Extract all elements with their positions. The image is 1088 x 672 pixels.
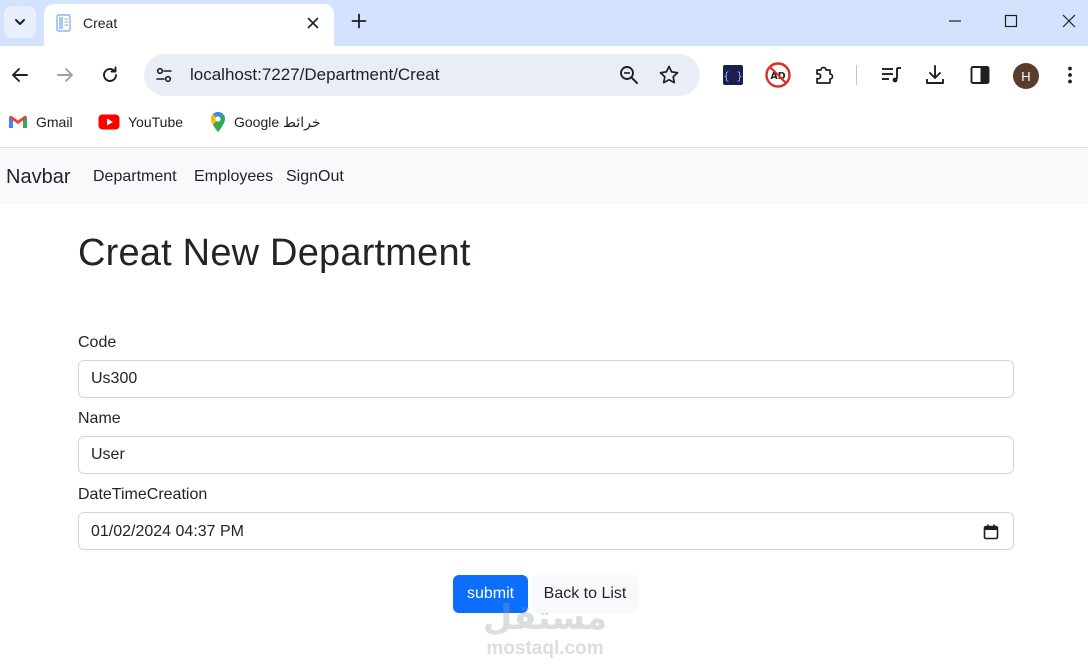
browser-tab-active[interactable]: Creat	[44, 4, 334, 46]
side-panel-button[interactable]	[967, 62, 993, 88]
maximize-icon	[1004, 14, 1018, 28]
bookmark-gmail[interactable]: Gmail	[8, 110, 73, 134]
puzzle-icon	[816, 66, 834, 84]
bookmark-star-icon[interactable]	[658, 64, 680, 86]
forward-button[interactable]	[52, 62, 78, 88]
browser-menu-button[interactable]	[1057, 62, 1083, 88]
site-navbar: Navbar Department Employees SignOut	[0, 148, 1088, 204]
extensions-button[interactable]	[811, 62, 837, 88]
extension-json-button[interactable]: { }	[720, 62, 746, 88]
document-icon	[56, 14, 71, 32]
svg-text:{ }: { }	[723, 70, 743, 83]
calendar-icon[interactable]	[983, 524, 999, 540]
watermark-logo: مستقل mostaql.com	[478, 598, 612, 668]
queue-music-icon	[882, 67, 901, 83]
datetime-value: 01/02/2024 04:37 PM	[91, 523, 245, 540]
toolbar-separator	[856, 65, 857, 85]
maximize-button[interactable]	[993, 8, 1029, 34]
ad-block-icon: AD	[765, 62, 791, 88]
media-controls-button[interactable]	[878, 62, 904, 88]
url-text[interactable]: localhost:7227/Department/Creat	[190, 65, 439, 85]
reload-button[interactable]	[97, 62, 123, 88]
arrow-left-icon	[12, 68, 28, 82]
downloads-button[interactable]	[922, 62, 948, 88]
tab-search-button[interactable]	[4, 6, 36, 38]
datetime-input[interactable]: 01/02/2024 04:37 PM	[78, 512, 1014, 550]
new-tab-button[interactable]	[346, 8, 372, 34]
name-label: Name	[78, 410, 121, 427]
chevron-down-icon	[15, 19, 25, 25]
navbar-brand[interactable]: Navbar	[6, 166, 70, 189]
nav-link-department[interactable]: Department	[93, 168, 177, 186]
minimize-icon	[949, 20, 961, 22]
close-window-button[interactable]	[1051, 8, 1087, 34]
more-vert-icon	[1068, 66, 1072, 84]
bookmark-label: Gmail	[36, 114, 73, 130]
bookmark-youtube[interactable]: YouTube	[98, 110, 183, 134]
back-button[interactable]	[7, 62, 33, 88]
reload-icon	[103, 66, 117, 82]
bookmarks-bar: Gmail YouTube Google خرائط	[0, 104, 1088, 140]
download-icon	[926, 65, 944, 84]
extension-adblock-button[interactable]: AD	[765, 62, 791, 88]
code-input[interactable]	[78, 360, 1014, 398]
bookmark-google-maps[interactable]: Google خرائط	[210, 110, 321, 134]
minimize-button[interactable]	[937, 8, 973, 34]
tab-strip: Creat	[0, 0, 1088, 46]
web-page: Navbar Department Employees SignOut Crea…	[0, 147, 1088, 672]
address-bar[interactable]: localhost:7227/Department/Creat	[144, 54, 700, 96]
map-pin-icon	[210, 112, 225, 132]
page-title: Creat New Department	[78, 232, 471, 274]
side-panel-icon	[970, 66, 990, 84]
tab-title: Creat	[83, 15, 118, 31]
bookmark-label: Google خرائط	[234, 113, 321, 130]
arrow-right-icon	[57, 68, 73, 82]
bookmark-label: YouTube	[128, 114, 184, 130]
close-icon	[1062, 14, 1076, 28]
plus-icon	[351, 13, 367, 29]
nav-link-employees[interactable]: Employees	[194, 168, 273, 186]
site-settings-icon	[156, 67, 172, 83]
date-label: DateTimeCreation	[78, 486, 208, 503]
gmail-icon	[9, 115, 27, 128]
tab-close-button[interactable]	[302, 12, 324, 34]
name-input[interactable]	[78, 436, 1014, 474]
watermark-arabic-text: مستقل	[482, 599, 608, 637]
profile-avatar[interactable]: H	[1013, 63, 1039, 89]
browser-toolbar: localhost:7227/Department/Creat { } AD	[0, 46, 1088, 104]
watermark-latin-text: mostaql.com	[486, 638, 604, 659]
code-label: Code	[78, 334, 117, 351]
braces-icon: { }	[723, 65, 743, 85]
nav-link-signout[interactable]: SignOut	[286, 168, 344, 186]
close-icon	[307, 17, 319, 29]
youtube-icon	[98, 114, 120, 130]
zoom-icon[interactable]	[618, 64, 640, 86]
